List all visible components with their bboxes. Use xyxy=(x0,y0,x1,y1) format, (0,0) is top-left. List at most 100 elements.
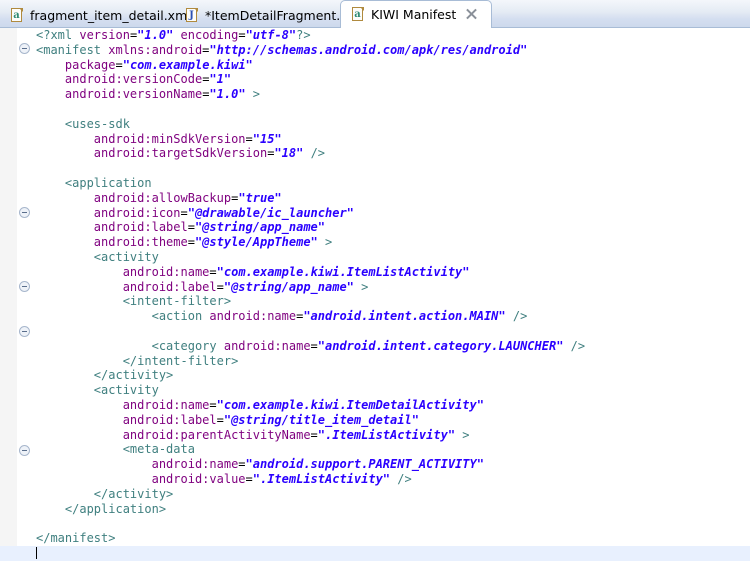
code-line: <action android:name="android.intent.act… xyxy=(0,309,750,324)
code-line: <activity xyxy=(0,383,750,398)
token-attr: android:label xyxy=(122,279,217,294)
code-content[interactable]: <?xml version="1.0" encoding="utf-8"?> <m… xyxy=(0,28,750,561)
code-line: <manifest xmlns:android="http://schemas.… xyxy=(0,43,750,58)
code-line: package="com.example.kiwi" xyxy=(0,58,750,73)
token-attr: android:value xyxy=(151,471,246,486)
token-val: "com.example.kiwi.ItemListActivity" xyxy=(216,264,470,279)
xml-editor[interactable]: <?xml version="1.0" encoding="utf-8"?> <m… xyxy=(0,28,750,561)
token-tag: <action xyxy=(151,309,210,324)
token-punct: = xyxy=(216,412,224,427)
code-line: android:targetSdkVersion="18" /> xyxy=(0,146,750,161)
code-line: android:value=".ItemListActivity" /> xyxy=(0,472,750,487)
token-attr: android:minSdkVersion xyxy=(93,131,246,146)
code-line: <intent-filter> xyxy=(0,294,750,309)
token-val: "@drawable/ic_launcher" xyxy=(187,205,354,220)
token-val: "1.0" xyxy=(137,28,174,42)
code-line: android:minSdkVersion="15" xyxy=(0,132,750,147)
code-line: android:name="com.example.kiwi.ItemListA… xyxy=(0,265,750,280)
token-tag: <intent-filter> xyxy=(122,294,232,309)
token-val: "1.0" xyxy=(209,87,246,102)
code-line: android:name="android.support.PARENT_ACT… xyxy=(0,457,750,472)
code-line: </activity> xyxy=(0,368,750,383)
token-tag: </activity> xyxy=(93,368,174,383)
text-caret xyxy=(36,546,37,559)
token-tag: <activity xyxy=(93,249,159,264)
token-tag: /> xyxy=(570,338,586,353)
token-attr: android:icon xyxy=(93,205,181,220)
close-icon[interactable] xyxy=(466,8,478,20)
token-attr: android:versionName xyxy=(64,87,203,102)
code-line: <?xml version="1.0" encoding="utf-8"?> xyxy=(0,28,750,43)
current-line xyxy=(0,545,750,561)
code-line: <category android:name="android.intent.c… xyxy=(0,339,750,354)
token-pi: ?> xyxy=(296,28,311,42)
code-line: android:label="@string/app_name" xyxy=(0,220,750,235)
token-tag: > xyxy=(462,427,470,442)
code-line: android:theme="@style/AppTheme" > xyxy=(0,235,750,250)
token-punct: = xyxy=(238,457,246,472)
token-tag: </activity> xyxy=(93,486,174,501)
token-punct: = xyxy=(216,279,224,294)
token-tag: <meta-data xyxy=(122,442,195,457)
code-line: android:versionCode="1" xyxy=(0,72,750,87)
token-val: "com.example.kiwi" xyxy=(122,57,253,72)
token-tag: <application xyxy=(64,175,152,190)
code-line: </manifest> xyxy=(0,531,750,546)
token-tag: <uses-sdk xyxy=(64,116,130,131)
token-attr: encoding xyxy=(180,28,239,42)
code-line: <activity xyxy=(0,250,750,265)
code-line: <uses-sdk xyxy=(0,117,750,132)
token-tag: <category xyxy=(151,338,224,353)
token-punct: = xyxy=(180,205,188,220)
token-tag: > xyxy=(252,87,261,102)
code-line: android:label="@string/title_item_detail… xyxy=(0,413,750,428)
editor-tab-2[interactable]: a KIWI Manifest xyxy=(340,0,492,28)
token-attr: xmlns:android xyxy=(108,42,203,57)
editor-tab-bar: a fragment_item_detail.xml J *ItemDetailFra… xyxy=(0,0,750,28)
token-tag: </application> xyxy=(64,501,167,516)
editor-tab-1[interactable]: J *ItemDetailFragment.java xyxy=(175,2,366,28)
token-attr: android:name xyxy=(151,457,239,472)
token-attr: android:label xyxy=(122,412,217,427)
token-tag: </intent-filter> xyxy=(122,353,239,368)
token-punct: = xyxy=(238,28,246,42)
editor-tab-0[interactable]: a fragment_item_detail.xml xyxy=(0,2,191,28)
code-line: <application xyxy=(0,176,750,191)
code-line: <meta-data xyxy=(0,442,750,457)
code-line: android:label="@string/app_name" > xyxy=(0,280,750,295)
token-tag: <activity xyxy=(93,383,159,398)
token-val: "android.intent.category.LAUNCHER" xyxy=(317,338,564,353)
token-val: "@string/app_name" xyxy=(223,279,354,294)
xml-file-icon: a xyxy=(10,7,24,23)
editor-tab-label: KIWI Manifest xyxy=(371,7,457,22)
token-val: "true" xyxy=(238,190,282,205)
token-punct: = xyxy=(245,471,253,486)
token-attr: android:versionCode xyxy=(64,72,203,87)
java-file-icon: J xyxy=(185,7,199,23)
code-line: android:icon="@drawable/ic_launcher" xyxy=(0,206,750,221)
token-punct: = xyxy=(209,397,217,412)
token-val: ".ItemListActivity" xyxy=(317,427,456,442)
token-punct: = xyxy=(187,220,195,235)
token-val: "android.intent.action.MAIN" xyxy=(303,309,506,324)
